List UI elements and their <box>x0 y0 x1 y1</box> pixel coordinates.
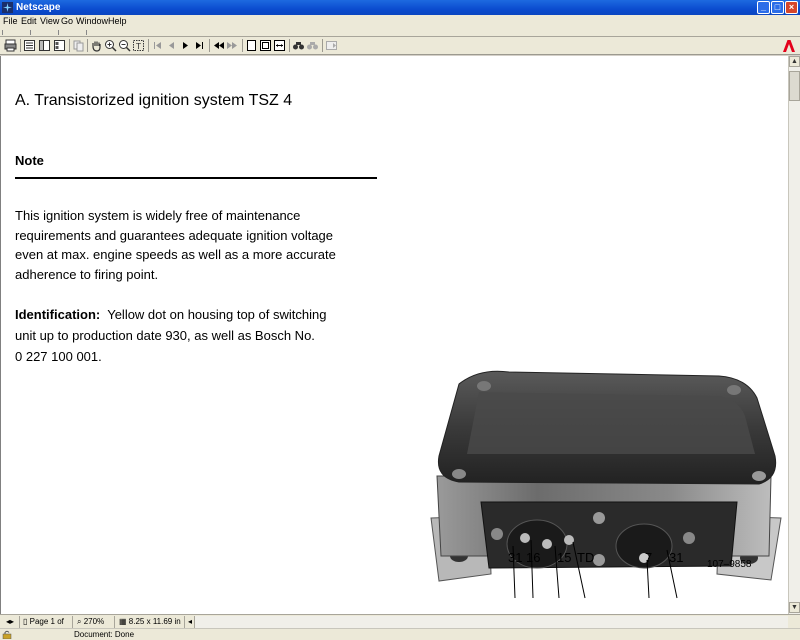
go-back-icon[interactable] <box>212 39 225 52</box>
note-line: This ignition system is widely free of m… <box>15 208 301 223</box>
title-bar: Netscape _ □ × <box>0 0 800 15</box>
hand-tool-icon[interactable] <box>90 39 103 52</box>
figure-callout: 7 <box>645 550 653 565</box>
go-forward-icon[interactable] <box>226 39 239 52</box>
zoom-out-icon[interactable] <box>118 39 131 52</box>
note-line: adherence to firing point. <box>15 266 159 282</box>
web-link-icon[interactable] <box>325 39 338 52</box>
document-heading: A. Transistorized ignition system TSZ 4 <box>15 92 293 109</box>
scroll-thumb[interactable] <box>789 71 800 101</box>
page-icon: ▯ <box>23 617 28 626</box>
scroll-left-icon[interactable]: ◂ <box>186 616 195 628</box>
figure-callout: 31 <box>669 550 684 565</box>
identification-line: 0 227 100 001. <box>15 349 102 364</box>
svg-text:T: T <box>135 42 141 51</box>
figure-callout: 16 <box>526 550 541 565</box>
security-lock-icon[interactable] <box>2 630 12 639</box>
menu-view[interactable]: View <box>40 16 59 27</box>
page-indicator[interactable]: ▯ Page 1 of 6 <box>21 616 73 637</box>
menu-file[interactable]: File <box>3 16 18 27</box>
menu-go[interactable]: Go <box>61 16 73 27</box>
zoom-in-icon[interactable] <box>104 39 117 52</box>
page-size: 8.25 x 11.69 in <box>128 617 181 626</box>
menu-help[interactable]: Help <box>108 16 127 27</box>
scroll-down-icon[interactable]: ▼ <box>789 602 800 613</box>
pdf-toolbar: T <box>0 37 800 55</box>
zoom-level: 270% <box>83 617 105 626</box>
figure-callout: TD <box>577 550 595 565</box>
maximize-button[interactable]: □ <box>771 1 784 14</box>
bookmarks-icon[interactable] <box>38 39 51 52</box>
thumbnails-icon[interactable] <box>53 39 66 52</box>
page-only-icon[interactable] <box>23 39 36 52</box>
fit-page-icon[interactable] <box>259 39 272 52</box>
print-icon[interactable] <box>4 39 17 52</box>
find-again-icon[interactable] <box>306 39 319 52</box>
magnifier-icon: ⌕ <box>77 617 82 626</box>
zoom-indicator[interactable]: ⌕ 270% <box>75 616 115 628</box>
menu-window[interactable]: Window <box>76 16 108 27</box>
minimize-button[interactable]: _ <box>757 1 770 14</box>
vertical-scrollbar[interactable]: ▲ ▼ <box>788 56 800 614</box>
note-divider <box>15 177 377 179</box>
document-viewport[interactable]: A. Transistorized ignition system TSZ 4 … <box>0 56 788 614</box>
text-select-icon[interactable]: T <box>132 39 145 52</box>
note-heading: Note <box>15 153 44 168</box>
adobe-icon[interactable] <box>782 39 796 53</box>
menu-edit[interactable]: Edit <box>21 16 37 27</box>
page-status-bar: ◂▸ ▯ Page 1 of 6 ⌕ 270% ▦ 8.25 x 11.69 i… <box>0 614 800 637</box>
figure-callout: 15 <box>557 550 572 565</box>
page-nav-arrows-icon[interactable]: ◂▸ <box>4 616 20 628</box>
identification-line: Yellow dot on housing top of switching <box>107 307 327 322</box>
horizontal-scrollbar[interactable] <box>195 616 788 628</box>
page-size-indicator: ▦ 8.25 x 11.69 in <box>117 616 185 628</box>
close-button[interactable]: × <box>785 1 798 14</box>
actual-size-icon[interactable] <box>245 39 258 52</box>
note-paragraph: This ignition system is widely free of m… <box>15 206 395 284</box>
window-title: Netscape <box>16 2 61 13</box>
menu-bar: File Edit View Go Window Help <box>0 15 800 28</box>
scroll-up-icon[interactable]: ▲ <box>789 56 800 67</box>
figure-callout: 31 <box>508 550 523 565</box>
previous-page-icon[interactable] <box>165 39 178 52</box>
next-page-icon[interactable] <box>179 39 192 52</box>
toolbar-grip <box>0 28 800 37</box>
identification-paragraph: Identification: Yellow dot on housing to… <box>15 304 395 367</box>
browser-window: Netscape _ □ × File Edit View Go Window … <box>0 0 800 640</box>
status-text: Document: Done <box>74 630 135 639</box>
note-line: requirements and guarantees adequate ign… <box>15 227 334 243</box>
identification-line: unit up to production date 930, as well … <box>15 328 315 343</box>
netscape-logo-icon <box>2 2 13 13</box>
page-size-icon: ▦ <box>119 617 127 626</box>
find-icon[interactable] <box>292 39 305 52</box>
note-line: even at max. engine speeds as well as a … <box>15 247 336 262</box>
fit-width-icon[interactable] <box>273 39 286 52</box>
figure-number: 107–9858 <box>707 559 752 570</box>
identification-label: Identification: <box>15 307 101 322</box>
status-bar: Document: Done <box>0 628 800 640</box>
first-page-icon[interactable] <box>151 39 164 52</box>
copy-icon[interactable] <box>72 39 85 52</box>
last-page-icon[interactable] <box>193 39 206 52</box>
